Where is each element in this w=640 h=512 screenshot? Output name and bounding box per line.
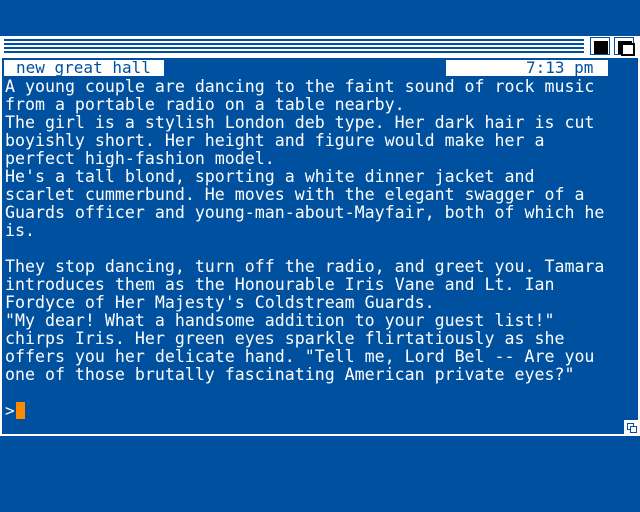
depth-back-icon[interactable] (590, 37, 610, 55)
text-line: from a portable radio on a table nearby. (5, 95, 405, 114)
game-window: new great hall Time: 7:13 pm A young cou… (0, 36, 640, 436)
text-line: boyishly short. Her height and figure wo… (5, 131, 545, 150)
text-line: He's a tall blond, sporting a white dinn… (5, 167, 535, 186)
text-line: scarlet cummerbund. He moves with the el… (5, 185, 585, 204)
text-line (5, 240, 635, 258)
resize-icon[interactable] (624, 420, 638, 434)
prompt-symbol: > (5, 401, 15, 420)
text-line: Fordyce of Her Majesty's Coldstream Guar… (5, 293, 435, 312)
command-input[interactable]: > (5, 402, 25, 420)
time-value: 7:13 pm (526, 58, 594, 77)
time-display: Time: 7:13 pm (446, 58, 608, 92)
text-line: perfect high-fashion model. (5, 149, 275, 168)
text-line: A young couple are dancing to the faint … (5, 77, 595, 96)
title-bar-drag-area[interactable] (4, 39, 584, 55)
text-cursor (15, 402, 25, 419)
text-line: Guards officer and young-man-about-Mayfa… (5, 203, 605, 222)
text-line: The girl is a stylish London deb type. H… (5, 113, 595, 132)
text-line: one of those brutally fascinating Americ… (5, 365, 575, 384)
story-text: A young couple are dancing to the faint … (5, 78, 635, 384)
text-line: chirps Iris. Her green eyes sparkle flir… (5, 329, 565, 348)
window-border-left (0, 36, 2, 436)
depth-front-icon[interactable] (614, 37, 635, 56)
text-line: "My dear! What a handsome addition to yo… (5, 311, 555, 330)
window-border-bottom (0, 434, 640, 436)
text-line: offers you her delicate hand. "Tell me, … (5, 347, 595, 366)
text-line: is. (5, 221, 35, 240)
room-name: new great hall (4, 60, 164, 76)
status-bar: new great hall Time: 7:13 pm (2, 58, 638, 92)
window-title-bar[interactable] (0, 36, 640, 58)
text-line: They stop dancing, turn off the radio, a… (5, 257, 605, 276)
text-line: introduces them as the Honourable Iris V… (5, 275, 555, 294)
